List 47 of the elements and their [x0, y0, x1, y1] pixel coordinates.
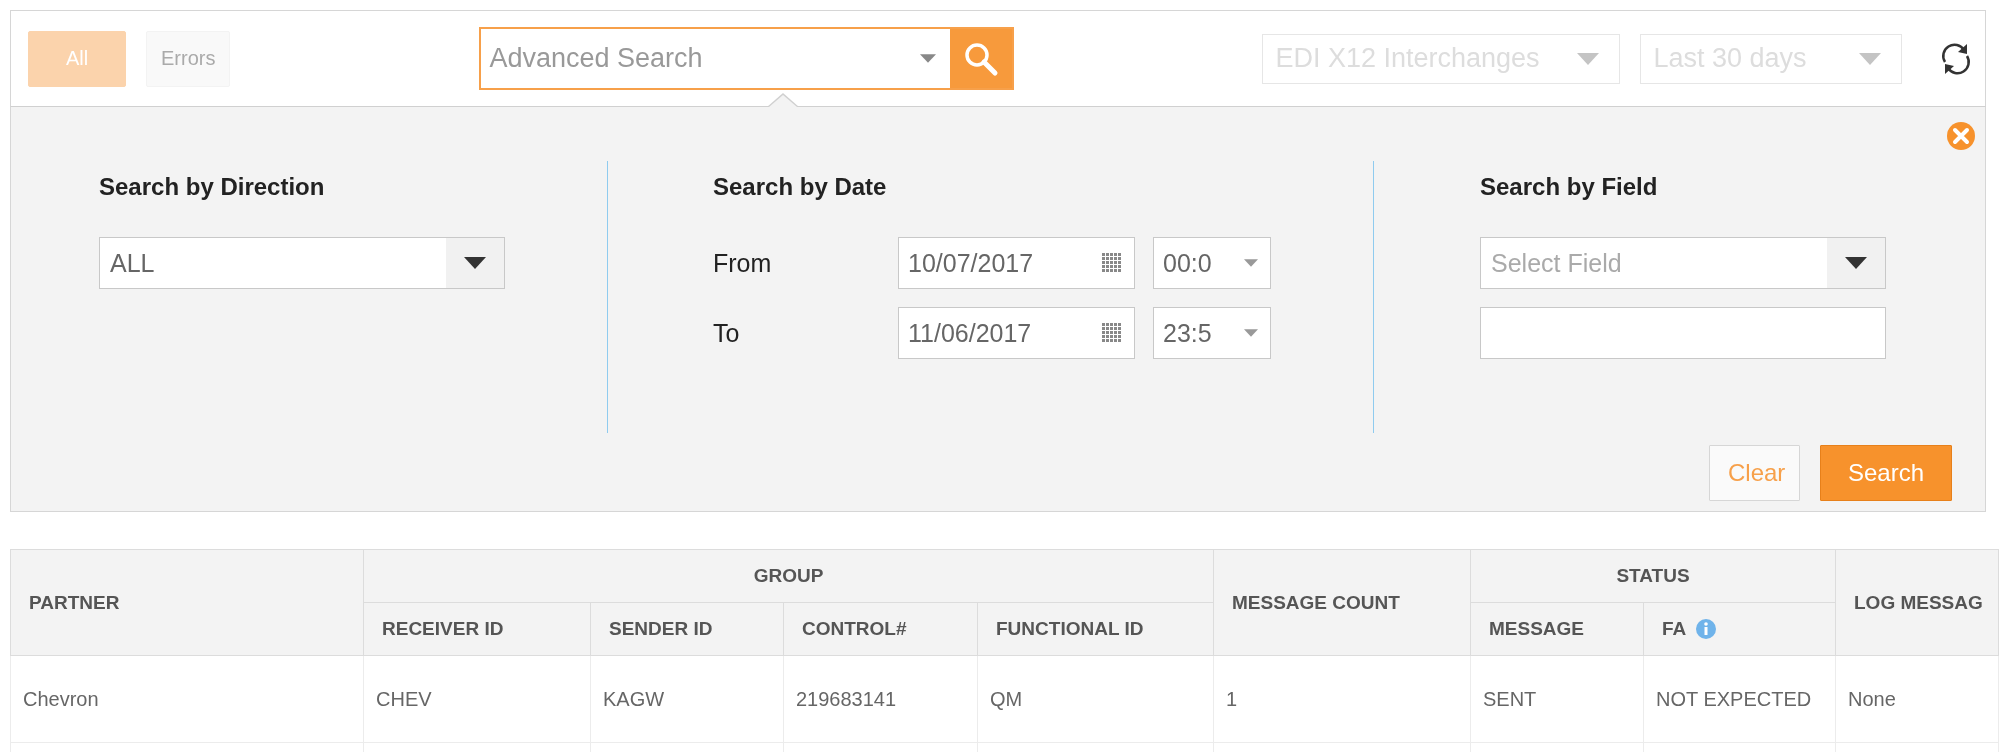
date-label: From [713, 248, 773, 278]
caret-icon [1244, 329, 1258, 337]
input-field[interactable] [1480, 307, 1886, 359]
table-cell: QM [977, 655, 1214, 743]
section-heading: Search by Field [1480, 172, 1659, 201]
table-cell: KAGW [590, 655, 784, 743]
column-header: FUNCTIONAL ID [977, 602, 1214, 656]
column-group-header: GROUP [363, 549, 1214, 603]
date-field[interactable]: 11/06/2017 [898, 307, 1135, 359]
column-header: LOG MESSAG [1835, 549, 1999, 656]
table-cell: 219683141 [783, 655, 978, 743]
table-cell: 1 [1213, 655, 1471, 743]
refresh-icon[interactable] [1940, 41, 1973, 76]
caret-icon [1244, 259, 1258, 267]
section-heading: Search by Date [713, 172, 888, 201]
info-icon[interactable] [1696, 619, 1717, 639]
filter-tab[interactable]: Errors [146, 30, 231, 87]
column-header: PARTNER [10, 549, 364, 656]
table-cell: NOT EXPECTED [1643, 655, 1836, 743]
table-cell: SENT [1470, 655, 1644, 743]
caret-icon [1859, 52, 1882, 65]
time-field[interactable]: 00:0 [1153, 237, 1271, 289]
date-field[interactable]: 10/07/2017 [898, 237, 1135, 289]
caret-icon [1845, 257, 1867, 269]
field-select[interactable]: Select Field [1480, 237, 1886, 289]
column-group-header: STATUS [1470, 549, 1836, 603]
column-header: MESSAGE [1470, 602, 1644, 656]
caret-icon [1577, 52, 1600, 65]
time-field[interactable]: 23:5 [1153, 307, 1271, 359]
column-header: MESSAGE COUNT [1213, 549, 1471, 656]
column-header: SENDER ID [590, 602, 784, 656]
search-button[interactable]: Search [1820, 445, 1952, 501]
direction-select[interactable]: ALL [99, 237, 505, 289]
clear-button[interactable]: Clear [1709, 445, 1800, 501]
filter-tab[interactable]: All [28, 30, 126, 87]
column-header: CONTROL# [783, 602, 978, 656]
table-cell: None [1835, 655, 1999, 743]
calendar-icon[interactable] [1102, 323, 1122, 343]
column-header: RECEIVER ID [363, 602, 591, 656]
caret-icon [464, 257, 486, 269]
table-cell: Chevron [10, 655, 364, 743]
calendar-icon[interactable] [1102, 253, 1122, 273]
section-heading: Search by Direction [99, 172, 326, 201]
column-header: FA [1662, 618, 1687, 640]
close-icon[interactable] [1946, 121, 1976, 151]
table-cell: CHEV [363, 655, 591, 743]
date-label: To [713, 318, 741, 348]
